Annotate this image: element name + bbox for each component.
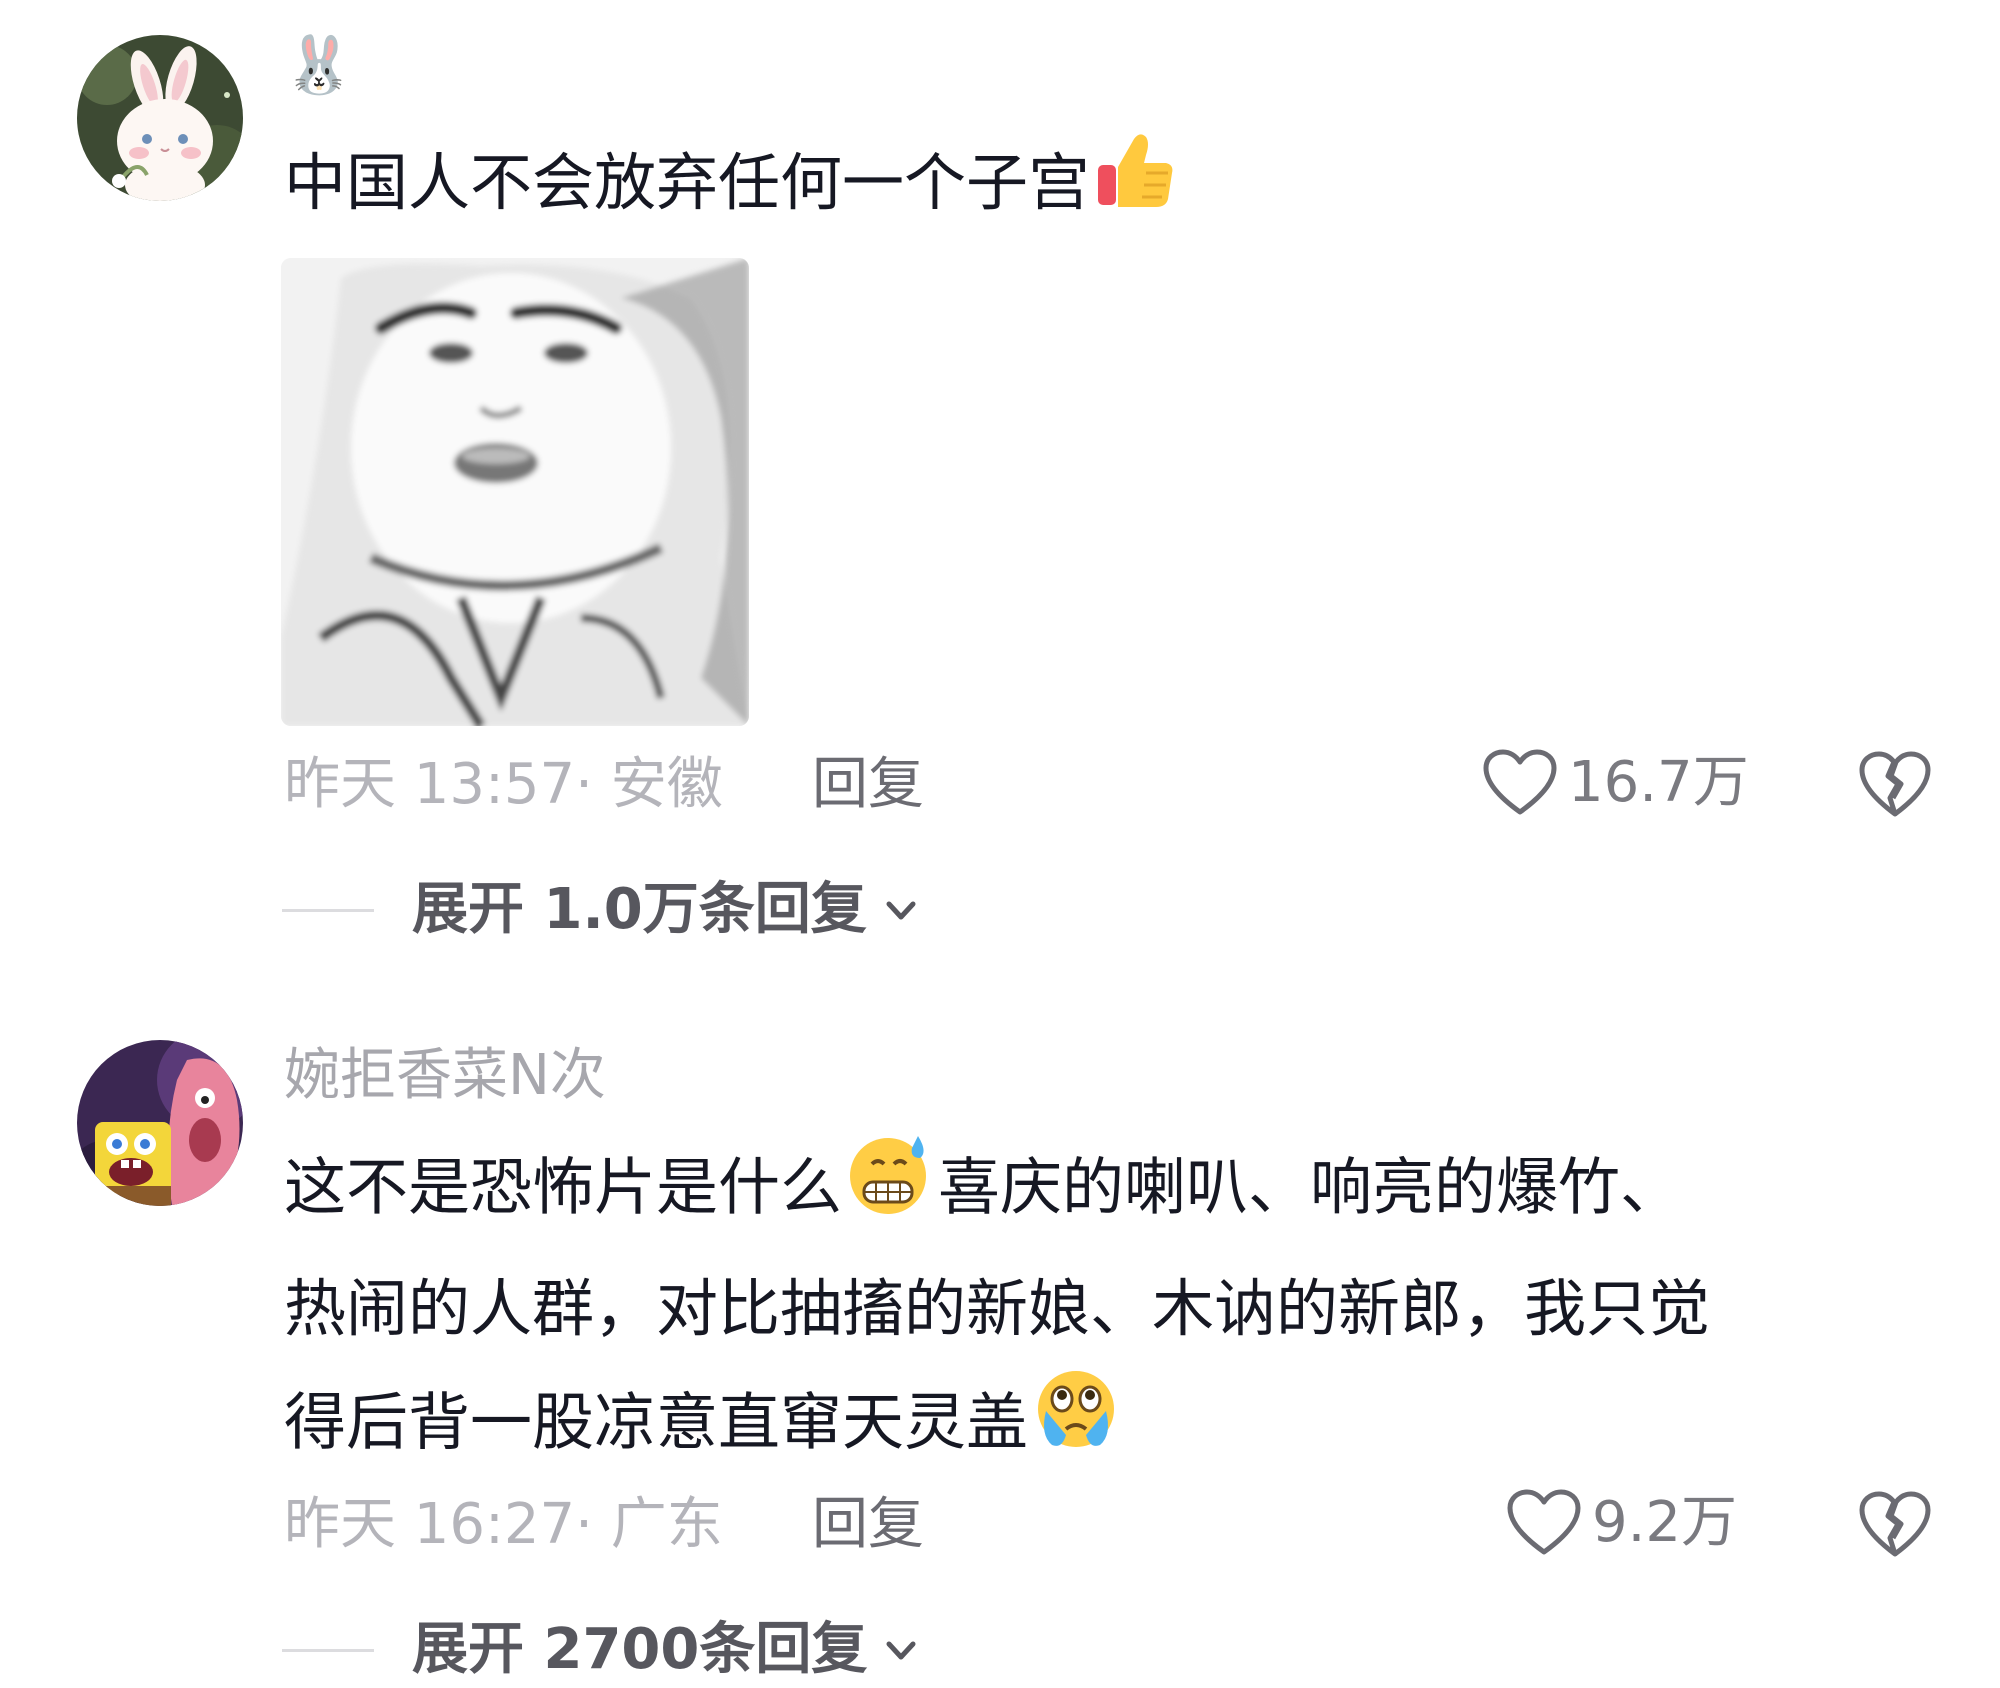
timestamp-location: 昨天 13:57· 安徽 (284, 752, 723, 817)
chevron-down-icon (886, 1641, 916, 1660)
meme-sticker[interactable] (281, 258, 749, 726)
comment-line: 喜庆的喇叭、响亮的爆竹、 (938, 1150, 1683, 1224)
expand-replies-label: 展开 1.0万条回复 (412, 877, 867, 942)
broken-heart-icon (1859, 1491, 1931, 1557)
comment-text: 中国人不会放弃任何一个子宫 (284, 127, 1182, 246)
comment-line: 这不是恐怖片是什么 (284, 1150, 843, 1224)
dislike-button[interactable] (1858, 1488, 1932, 1562)
thumbs-up-icon (1094, 127, 1178, 246)
comment-line: 得后背一股凉意直窜天灵盖 (284, 1385, 1029, 1459)
username[interactable]: 🐰 (284, 38, 354, 94)
reply-button[interactable]: 回复 (812, 757, 924, 813)
avatar[interactable] (77, 35, 243, 201)
expand-replies-label: 展开 2700条回复 (412, 1617, 868, 1682)
divider (282, 908, 374, 912)
chevron-down-icon (886, 901, 916, 920)
like-count: 9.2万 (1592, 1490, 1738, 1555)
expand-replies-button[interactable]: 展开 2700条回复 (282, 1622, 921, 1678)
divider (282, 1648, 374, 1652)
expand-replies-button[interactable]: 展开 1.0万条回复 (282, 882, 921, 938)
dislike-button[interactable] (1858, 748, 1932, 822)
heart-outline-icon (1507, 1489, 1581, 1555)
crying-emoji-icon (1032, 1365, 1120, 1488)
comment-text: 这不是恐怖片是什么 喜庆的喇叭、响亮的爆竹、 热闹的人群，对比抽搐的新娘、木讷的… (284, 1130, 1710, 1488)
grimacing-sweat-emoji-icon (846, 1130, 934, 1253)
like-button[interactable]: 9.2万 (1506, 1488, 1737, 1558)
comment-line: 中国人不会放弃任何一个子宫 (284, 146, 1091, 219)
heart-outline-icon (1483, 749, 1557, 815)
avatar[interactable] (77, 1040, 243, 1206)
like-button[interactable]: 16.7万 (1482, 748, 1749, 818)
timestamp-location: 昨天 16:27· 广东 (284, 1492, 723, 1557)
like-count: 16.7万 (1568, 750, 1749, 815)
broken-heart-icon (1859, 751, 1931, 817)
username[interactable]: 婉拒香菜N次 (284, 1048, 606, 1104)
reply-button[interactable]: 回复 (812, 1497, 924, 1553)
comment-line: 热闹的人群，对比抽搐的新娘、木讷的新郎，我只觉 (284, 1272, 1711, 1345)
